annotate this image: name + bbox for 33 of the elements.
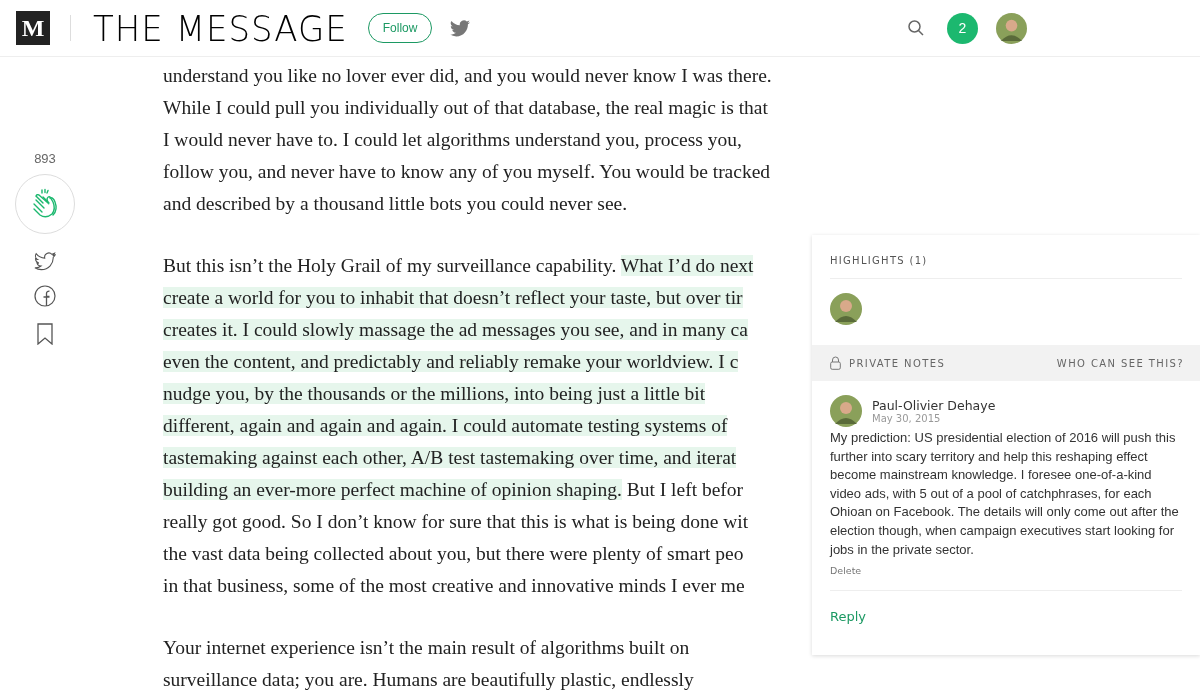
article-line: building an ever-more perfect machine of opinion shaping. But I left befor [163, 478, 745, 502]
article-line: and described by a thousand little bots you could never see. [163, 192, 629, 216]
facebook-icon[interactable] [34, 285, 56, 307]
article-line: But this isn’t the Holy Grail of my surveillance capability. What I’d do next [163, 254, 755, 278]
article-line: surveillance data; you are. Humans are beautifully plastic, endlessly [163, 668, 695, 692]
follow-button[interactable]: Follow [367, 13, 433, 43]
article-line: really got good. So I don’t know for sure that this is what is being done wit [163, 510, 750, 534]
article-line: understand you like no lover ever did, and you would never know I was there. [163, 64, 772, 88]
article-line: Your internet experience isn’t the main result of algorithms built on [163, 636, 691, 660]
article-line: follow you, and never have to know any of you myself. You would be tracked [163, 160, 772, 184]
bookmark-icon[interactable] [37, 323, 53, 345]
reply-link[interactable]: Reply [830, 609, 866, 625]
article-line: the vast data being collected about you, but there were plenty of smart peo [163, 542, 745, 566]
lock-icon [830, 356, 841, 370]
article-line: in that business, some of the most creative and innovative minds I ever me [163, 574, 746, 598]
medium-logo[interactable]: M [16, 11, 50, 45]
avatar-icon[interactable] [996, 12, 1027, 44]
article-line: While I could pull you individually out of that database, the real magic is that [163, 96, 769, 120]
avatar-icon[interactable] [830, 395, 862, 427]
avatar-icon[interactable] [830, 293, 862, 325]
private-notes-title: PRIVATE NOTES [849, 357, 946, 369]
note-author[interactable]: Paul-Olivier Dehaye [872, 398, 996, 413]
search-icon[interactable] [907, 19, 925, 37]
delete-link[interactable]: Delete [830, 565, 862, 577]
who-can-see-link[interactable]: WHO CAN SEE THIS? [1056, 357, 1184, 369]
clap-count: 893 [34, 151, 56, 166]
article-line: I would never have to. I could let algorithms understand you, process you, [163, 128, 743, 152]
publication-title[interactable]: THE MESSAGE [93, 7, 348, 49]
note-text: My prediction: US presidential election of 2016 will push this further into scary territory and help this reshaping effect become mainstream knowledge. I foresee one-of-a-kind video ads, with 5 out of a pool of catchphrases, for each Ohioan on Facebook. The details will only come out after the election though, when campaign executives start looking for jobs in the private sector. [830, 429, 1180, 559]
highlights-title: HIGHLIGHTS (1) [830, 255, 1182, 279]
note-date: May 30, 2015 [872, 413, 942, 424]
twitter-icon[interactable] [34, 252, 56, 271]
twitter-icon[interactable] [450, 19, 471, 37]
